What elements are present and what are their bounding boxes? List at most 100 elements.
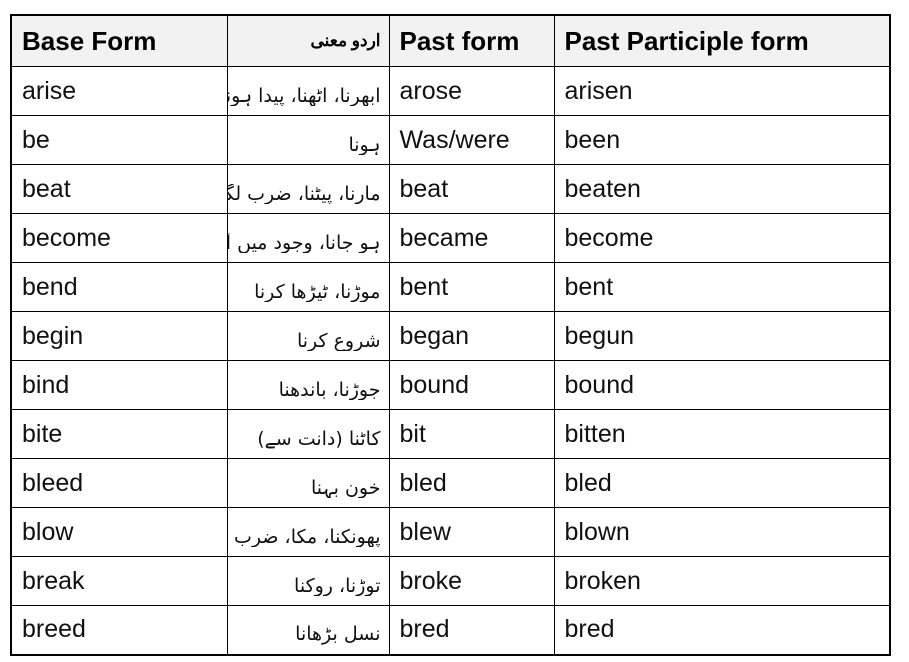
table-row: become ہو جانا، وجود میں آنا became become	[10, 213, 891, 263]
cell-past-participle-form: bred	[553, 605, 891, 655]
column-header-urdu-meaning: اردو معنی	[226, 14, 390, 67]
cell-past-participle-form: beaten	[553, 164, 891, 214]
table-row: beat مارنا، پیٹنا، ضرب لگانا beat beaten	[10, 164, 891, 214]
table-row: bind جوڑنا، باندھنا bound bound	[10, 360, 891, 410]
table-body: arise ابھرنا، اٹھنا، پیدا ہونا arose arisen…	[10, 66, 891, 655]
cell-past-form-text: Was/were	[399, 125, 510, 154]
cell-past-form-text: bound	[399, 370, 470, 399]
cell-urdu-meaning-text: توڑنا، روکنا	[294, 575, 381, 597]
cell-urdu-meaning: موڑنا، ٹیڑھا کرنا	[226, 262, 390, 312]
cell-past-participle-form: blown	[553, 507, 891, 557]
cell-past-form: arose	[388, 66, 555, 116]
cell-past-participle-form-text: become	[564, 223, 654, 252]
cell-past-form-text: arose	[399, 76, 463, 105]
cell-base-form-text: breed	[22, 615, 86, 644]
cell-past-participle-form-text: begun	[564, 321, 635, 350]
irregular-verbs-table: Base Form اردو معنی Past form Past Parti…	[10, 14, 891, 656]
cell-base-form: be	[10, 115, 228, 165]
cell-past-participle-form-text: bound	[564, 370, 635, 399]
column-header-past-form-label: Past form	[399, 26, 520, 56]
cell-past-participle-form: bitten	[553, 409, 891, 459]
cell-urdu-meaning-text: کاٹنا (دانت سے)	[257, 428, 381, 450]
cell-past-form-text: blew	[399, 517, 451, 546]
cell-past-participle-form: arisen	[553, 66, 891, 116]
cell-base-form: bite	[10, 409, 228, 459]
cell-past-form: bled	[388, 458, 555, 508]
cell-past-participle-form-text: arisen	[564, 76, 633, 105]
cell-base-form-text: bleed	[22, 468, 84, 497]
cell-past-form: bent	[388, 262, 555, 312]
table-row: bleed خون بہنا bled bled	[10, 458, 891, 508]
column-header-base-form-label: Base Form	[22, 26, 157, 56]
column-header-base-form: Base Form	[10, 14, 228, 67]
cell-urdu-meaning: ہو جانا، وجود میں آنا	[226, 213, 390, 263]
cell-urdu-meaning: نسل بڑھانا	[226, 605, 390, 655]
cell-base-form-text: bite	[22, 419, 63, 448]
column-header-past-participle-form: Past Participle form	[553, 14, 891, 67]
cell-urdu-meaning-text: ہو جانا، وجود میں آنا	[227, 232, 381, 254]
column-header-urdu-meaning-label: اردو معنی	[310, 31, 381, 50]
cell-past-participle-form-text: beaten	[564, 174, 641, 203]
column-header-past-participle-form-label: Past Participle form	[564, 26, 809, 56]
cell-urdu-meaning-text: نسل بڑھانا	[295, 624, 381, 646]
cell-base-form: bind	[10, 360, 228, 410]
cell-base-form: begin	[10, 311, 228, 361]
irregular-verbs-table-container: Base Form اردو معنی Past form Past Parti…	[10, 14, 891, 656]
cell-urdu-meaning-text: جوڑنا، باندھنا	[278, 379, 381, 401]
cell-urdu-meaning-text: ہونا	[348, 134, 381, 156]
cell-urdu-meaning-text: پھونکنا، مکا، ضرب	[234, 526, 381, 548]
table-row: be ہونا Was/were been	[10, 115, 891, 165]
cell-urdu-meaning-text: ابھرنا، اٹھنا، پیدا ہونا	[227, 85, 381, 107]
cell-urdu-meaning-text: مارنا، پیٹنا، ضرب لگانا	[228, 183, 381, 205]
cell-base-form: bleed	[10, 458, 228, 508]
cell-past-participle-form-text: bred	[564, 615, 615, 644]
table-row: bite کاٹنا (دانت سے) bit bitten	[10, 409, 891, 459]
cell-base-form-text: bend	[22, 272, 78, 301]
cell-past-participle-form: become	[553, 213, 891, 263]
cell-past-form: became	[388, 213, 555, 263]
cell-past-form-text: bent	[399, 272, 449, 301]
cell-urdu-meaning: کاٹنا (دانت سے)	[226, 409, 390, 459]
cell-base-form-text: begin	[22, 321, 84, 350]
cell-base-form-text: break	[22, 566, 85, 595]
cell-base-form: breed	[10, 605, 228, 655]
cell-past-form-text: bit	[399, 419, 426, 448]
cell-urdu-meaning: مارنا، پیٹنا، ضرب لگانا	[226, 164, 390, 214]
cell-past-form-text: began	[399, 321, 470, 350]
cell-base-form: break	[10, 556, 228, 606]
cell-past-form: bit	[388, 409, 555, 459]
cell-urdu-meaning: جوڑنا، باندھنا	[226, 360, 390, 410]
cell-past-form-text: bled	[399, 468, 447, 497]
cell-base-form: arise	[10, 66, 228, 116]
cell-base-form: blow	[10, 507, 228, 557]
cell-base-form-text: arise	[22, 76, 77, 105]
table-row: blow پھونکنا، مکا، ضرب blew blown	[10, 507, 891, 557]
table-row: begin شروع کرنا began begun	[10, 311, 891, 361]
cell-past-form-text: bred	[399, 615, 450, 644]
table-header: Base Form اردو معنی Past form Past Parti…	[10, 14, 891, 67]
cell-past-participle-form: bound	[553, 360, 891, 410]
cell-urdu-meaning-text: موڑنا، ٹیڑھا کرنا	[254, 281, 381, 303]
cell-past-participle-form-text: bled	[564, 468, 612, 497]
cell-past-form-text: broke	[399, 566, 463, 595]
table-row: arise ابھرنا، اٹھنا، پیدا ہونا arose arisen	[10, 66, 891, 116]
cell-past-form: bred	[388, 605, 555, 655]
cell-past-form: blew	[388, 507, 555, 557]
cell-past-form-text: beat	[399, 174, 449, 203]
table-row: bend موڑنا، ٹیڑھا کرنا bent bent	[10, 262, 891, 312]
cell-past-form-text: became	[399, 223, 489, 252]
cell-urdu-meaning: خون بہنا	[226, 458, 390, 508]
cell-past-participle-form-text: broken	[564, 566, 641, 595]
cell-past-form: Was/were	[388, 115, 555, 165]
cell-base-form-text: bind	[22, 370, 70, 399]
cell-past-participle-form-text: bitten	[564, 419, 626, 448]
cell-past-participle-form: broken	[553, 556, 891, 606]
cell-urdu-meaning-text: خون بہنا	[311, 477, 381, 499]
cell-past-participle-form-text: been	[564, 125, 621, 154]
cell-base-form-text: beat	[22, 174, 71, 203]
cell-past-participle-form: begun	[553, 311, 891, 361]
cell-urdu-meaning: ہونا	[226, 115, 390, 165]
cell-past-form: beat	[388, 164, 555, 214]
cell-urdu-meaning: ابھرنا، اٹھنا، پیدا ہونا	[226, 66, 390, 116]
cell-base-form-text: be	[22, 125, 50, 154]
